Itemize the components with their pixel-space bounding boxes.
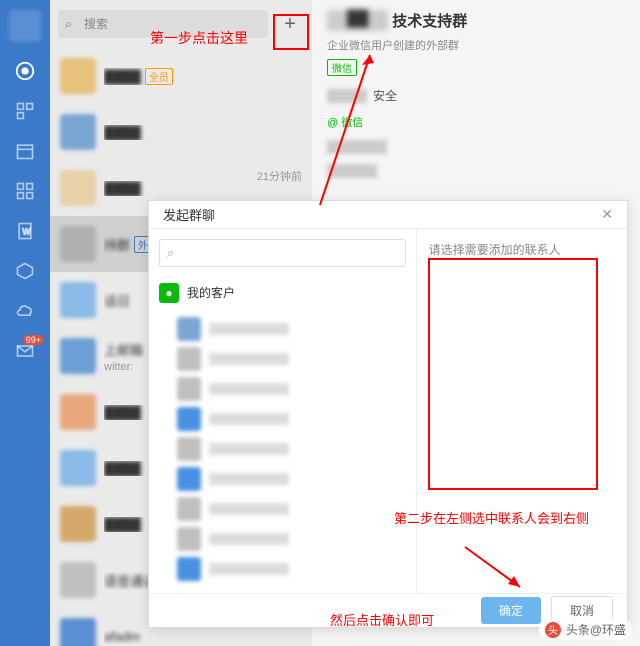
chat-avatar (60, 226, 96, 262)
chat-title: 上邮箱 (104, 340, 143, 359)
chat-avatar (60, 394, 96, 430)
chat-title: 话日 (104, 291, 130, 310)
cloud-icon[interactable] (14, 300, 36, 322)
watermark: 头 头条@环盛 (539, 619, 632, 640)
chat-avatar (60, 618, 96, 646)
docs-icon[interactable]: W (14, 220, 36, 242)
contact-avatar (177, 437, 201, 461)
dialog-prompt: 请选择需要添加的联系人 (429, 243, 561, 257)
chat-title: ████ (104, 517, 141, 532)
contact-avatar (177, 557, 201, 581)
chat-avatar (60, 450, 96, 486)
chat-badge: 全员 (145, 68, 173, 85)
chat-title: ████ (104, 69, 141, 84)
contact-item[interactable] (177, 435, 406, 463)
search-input[interactable] (58, 10, 268, 38)
wechat-tag: 微信 (327, 59, 357, 76)
contact-avatar (177, 467, 201, 491)
contact-name (209, 353, 289, 365)
contact-item[interactable] (177, 525, 406, 553)
contact-name (209, 413, 289, 425)
watermark-text: 头条@环盛 (566, 621, 626, 638)
chat-title: ████ (104, 405, 141, 420)
chat-icon[interactable] (14, 60, 36, 82)
watermark-logo-icon: 头 (545, 622, 561, 638)
contact-avatar (177, 497, 201, 521)
contact-avatar (177, 347, 201, 371)
chat-title: ████ (104, 181, 141, 196)
nav-sidebar: W 99+ (0, 0, 50, 646)
calendar-icon[interactable] (14, 140, 36, 162)
chat-avatar (60, 562, 96, 598)
contact-group-label: 我的客户 (187, 284, 235, 301)
confirm-button[interactable]: 确定 (481, 597, 541, 624)
dialog-title: 发起群聊 (163, 205, 215, 224)
mail-badge: 99+ (23, 335, 44, 345)
contact-avatar (177, 407, 201, 431)
create-group-dialog: 发起群聊 ✕ ⌕ ● 我的客户 请选择需要添加的联系人 确定 取消 (148, 200, 628, 628)
contact-name (209, 323, 289, 335)
contact-name (209, 563, 289, 575)
contact-name (209, 383, 289, 395)
contact-item[interactable] (177, 375, 406, 403)
chat-avatar (60, 58, 96, 94)
dialog-contact-selector: ⌕ ● 我的客户 (149, 229, 417, 593)
chat-avatar (60, 282, 96, 318)
chat-avatar (60, 114, 96, 150)
contact-avatar (177, 527, 201, 551)
contact-item[interactable] (177, 465, 406, 493)
chat-avatar (60, 170, 96, 206)
contact-avatar (177, 317, 201, 341)
contacts-icon[interactable] (14, 100, 36, 122)
apps-icon[interactable] (14, 180, 36, 202)
chat-title: ████ (104, 461, 141, 476)
contact-name (209, 443, 289, 455)
contact-name (209, 473, 289, 485)
detail-row-2: @ 微信 (327, 114, 625, 130)
contact-item[interactable] (177, 315, 406, 343)
detail-row-1: 安全 (327, 87, 625, 104)
new-chat-button[interactable]: + (276, 10, 304, 38)
wechat-icon: ● (159, 283, 179, 303)
chat-title: 持群 (104, 235, 130, 254)
chat-title: ████ (104, 125, 141, 140)
dialog-search-input[interactable] (159, 239, 406, 267)
contact-name (209, 503, 289, 515)
contact-name (209, 533, 289, 545)
dialog-search-icon: ⌕ (167, 245, 174, 261)
detail-subtitle: 企业微信用户创建的外部群 (327, 37, 625, 53)
chat-avatar (60, 338, 96, 374)
chat-item[interactable]: ████ (50, 104, 312, 160)
user-avatar[interactable] (9, 10, 41, 42)
mail-icon[interactable]: 99+ (14, 340, 36, 362)
contact-group[interactable]: ● 我的客户 (159, 277, 406, 309)
close-icon[interactable]: ✕ (601, 206, 613, 223)
chat-title: afadm (104, 629, 140, 644)
box-icon[interactable] (14, 260, 36, 282)
svg-text:W: W (23, 226, 31, 236)
chat-item[interactable]: ████ 全员 (50, 48, 312, 104)
detail-title: ██技术支持群 (327, 10, 625, 31)
chat-avatar (60, 506, 96, 542)
chat-time: 21分钟前 (257, 168, 302, 184)
contact-item[interactable] (177, 405, 406, 433)
search-icon: ⌕ (65, 16, 72, 32)
contact-avatar (177, 377, 201, 401)
dialog-selected-panel: 请选择需要添加的联系人 (417, 229, 627, 593)
contact-item[interactable] (177, 495, 406, 523)
contact-item[interactable] (177, 555, 406, 583)
contact-item[interactable] (177, 345, 406, 373)
